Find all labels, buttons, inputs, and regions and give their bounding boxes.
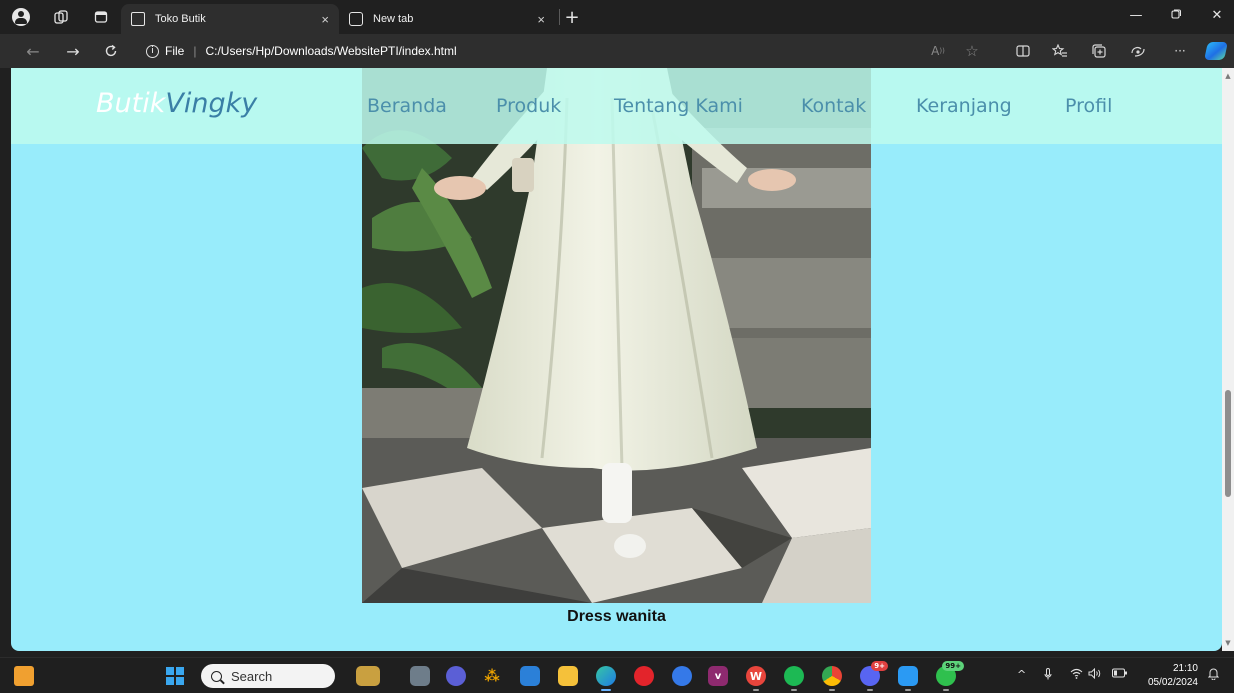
start-tile — [166, 667, 175, 676]
browser-tab-strip: Toko Butik × New tab × + — ✕ — [0, 0, 1234, 34]
paint-app-icon[interactable]: ⁂ — [482, 666, 502, 686]
forward-icon[interactable]: → — [62, 40, 84, 62]
nav-link-profil[interactable]: Profil — [1065, 95, 1112, 117]
start-button[interactable] — [166, 667, 184, 685]
dress-photo-illustration — [362, 68, 871, 603]
clock-time: 21:10 — [1172, 663, 1198, 674]
nav-link-keranjang[interactable]: Keranjang — [916, 95, 1012, 117]
spotify-icon[interactable] — [784, 666, 804, 691]
chat-app-icon[interactable] — [446, 666, 466, 686]
nav-link-tentang-kami[interactable]: Tentang Kami — [614, 95, 743, 117]
profile-icon[interactable] — [10, 6, 32, 28]
scroll-up-arrow-icon[interactable]: ▲ — [1224, 72, 1232, 80]
performance-icon[interactable] — [1128, 41, 1148, 61]
new-tab-icon — [349, 12, 363, 26]
url-separator: | — [193, 44, 197, 58]
scrollbar-thumb[interactable] — [1225, 390, 1231, 497]
site-logo[interactable]: ButikVingky — [96, 88, 257, 119]
page-scrollbar[interactable]: ▲ ▼ — [1222, 68, 1234, 651]
favorites-bar-icon[interactable] — [1050, 41, 1070, 61]
collections-icon[interactable] — [1089, 41, 1109, 61]
logo-part-butik: Butik — [96, 88, 166, 119]
start-tile — [175, 676, 184, 685]
running-indicator — [905, 689, 911, 691]
tray-overflow-chevron-icon[interactable]: ^ — [1017, 668, 1026, 681]
battery-icon[interactable] — [1112, 668, 1128, 681]
whatsapp-icon[interactable]: 99+ — [936, 661, 964, 691]
restore-icon[interactable] — [1166, 8, 1186, 23]
split-screen-icon[interactable] — [1013, 41, 1033, 61]
product-image[interactable] — [362, 68, 871, 603]
workspaces-icon[interactable] — [50, 6, 72, 28]
browser-toolbar: ← → i File | C:/Users/Hp/Downloads/Websi… — [0, 34, 1234, 68]
running-indicator — [753, 689, 759, 691]
start-tile — [166, 676, 175, 685]
running-indicator — [791, 689, 797, 691]
product-caption: Dress wanita — [567, 608, 666, 625]
running-indicator — [867, 689, 873, 691]
copilot-icon[interactable] — [1204, 42, 1228, 60]
address-bar[interactable]: i File | C:/Users/Hp/Downloads/WebsitePT… — [146, 40, 457, 62]
search-highlight-icon[interactable] — [356, 666, 380, 686]
vscode-icon[interactable] — [898, 666, 918, 691]
chrome-icon[interactable] — [822, 666, 842, 691]
windows-taskbar: Search ⁂ v W 9+ 99+ ^ 21:10 05/02/2024 — [0, 657, 1234, 693]
scroll-down-arrow-icon[interactable]: ▼ — [1224, 639, 1232, 647]
discord-badge: 9+ — [871, 661, 888, 671]
search-placeholder: Search — [231, 668, 273, 684]
minimize-icon[interactable]: — — [1126, 8, 1146, 23]
logo-part-vingky: Vingky — [165, 88, 258, 119]
nav-link-beranda[interactable]: Beranda — [367, 95, 447, 117]
notification-bell-icon[interactable] — [1207, 667, 1220, 683]
info-icon[interactable]: i — [146, 44, 159, 58]
nav-link-kontak[interactable]: Kontak — [801, 95, 866, 117]
site-navbar: ButikVingky Beranda Produk Tentang Kami … — [11, 68, 1222, 144]
read-aloud-icon[interactable]: A)) — [928, 41, 948, 61]
pocket-icon[interactable]: v — [708, 666, 728, 686]
store-icon[interactable] — [520, 666, 540, 686]
tab-title: New tab — [373, 13, 414, 25]
task-view-icon[interactable] — [410, 666, 430, 686]
tab-actions-icon[interactable] — [90, 6, 112, 28]
url-scheme-label: File — [165, 44, 185, 58]
running-indicator — [601, 689, 611, 691]
microphone-icon[interactable] — [1044, 668, 1052, 683]
settings-more-icon[interactable]: ··· — [1170, 41, 1190, 61]
nav-link-produk[interactable]: Produk — [496, 95, 561, 117]
volume-icon[interactable] — [1088, 667, 1102, 682]
system-clock[interactable]: 21:10 05/02/2024 — [1146, 662, 1198, 690]
whatsapp-badge: 99+ — [942, 661, 964, 671]
clock-date: 05/02/2024 — [1147, 677, 1198, 688]
start-tile — [175, 667, 184, 676]
taskbar-search[interactable]: Search — [201, 664, 335, 688]
tab-divider — [559, 9, 560, 25]
page-icon — [131, 12, 145, 26]
tab-title: Toko Butik — [155, 13, 206, 25]
discord-icon[interactable]: 9+ — [860, 661, 888, 691]
running-indicator — [943, 689, 949, 691]
opera-icon[interactable] — [634, 666, 654, 686]
read-aloud-label: A — [931, 44, 940, 58]
tab-close-icon[interactable]: × — [537, 12, 545, 27]
edge-icon[interactable] — [596, 666, 616, 691]
file-explorer-icon[interactable] — [558, 666, 578, 686]
wifi-icon[interactable] — [1070, 668, 1083, 682]
search-icon — [211, 670, 222, 682]
refresh-icon[interactable] — [100, 40, 122, 62]
widgets-icon[interactable] — [14, 666, 34, 686]
running-indicator — [829, 689, 835, 691]
tab-close-icon[interactable]: × — [321, 12, 329, 27]
new-tab-button[interactable]: + — [561, 6, 583, 28]
close-window-icon[interactable]: ✕ — [1207, 8, 1227, 23]
page-viewport: Dress wanita ButikVingky Beranda Produk … — [11, 68, 1222, 651]
url-text: C:/Users/Hp/Downloads/WebsitePTI/index.h… — [205, 44, 457, 58]
back-icon[interactable]: ← — [22, 40, 44, 62]
favorite-icon[interactable]: ☆ — [962, 41, 982, 61]
tab-new-tab[interactable]: New tab × — [339, 4, 555, 34]
tab-toko-butik[interactable]: Toko Butik × — [121, 4, 339, 34]
wps-office-icon[interactable]: W — [746, 666, 766, 691]
chrome-canary-icon[interactable] — [672, 666, 692, 686]
